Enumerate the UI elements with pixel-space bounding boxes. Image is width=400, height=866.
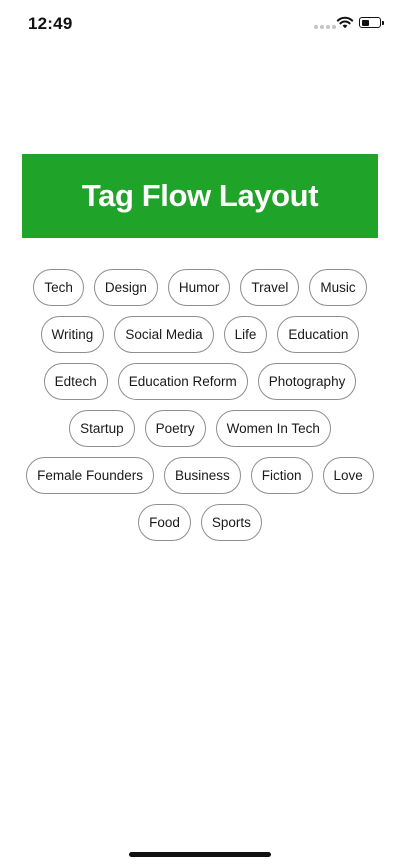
tag-chip[interactable]: Photography <box>257 363 357 400</box>
tag-chip[interactable]: Business <box>163 457 241 494</box>
tag-chip[interactable]: Tech <box>33 269 84 306</box>
status-bar: 12:49 <box>0 0 400 48</box>
app-screen: 12:49 Tag Flow Layout Tech Design Humor Tra… <box>0 0 400 866</box>
tag-chip[interactable]: Humor <box>167 269 231 306</box>
tag-chip[interactable]: Music <box>309 269 367 306</box>
home-indicator[interactable] <box>129 852 271 857</box>
tag-row: Food Sports <box>138 504 262 541</box>
cellular-signal-icon <box>314 25 336 29</box>
tag-chip[interactable]: Food <box>138 504 191 541</box>
tag-row: Writing Social Media Life Education <box>40 316 360 353</box>
tag-chip[interactable]: Female Founders <box>26 457 154 494</box>
tag-chip[interactable]: Travel <box>240 269 300 306</box>
tag-chip[interactable]: Sports <box>200 504 262 541</box>
tag-chip[interactable]: Women In Tech <box>215 410 331 447</box>
tag-chip[interactable]: Education Reform <box>117 363 248 400</box>
tag-chip[interactable]: Education <box>277 316 360 353</box>
tag-chip[interactable]: Poetry <box>144 410 206 447</box>
tag-row: Edtech Education Reform Photography <box>43 363 357 400</box>
page-title: Tag Flow Layout <box>81 178 319 213</box>
tag-row: Tech Design Humor Travel Music <box>33 269 367 306</box>
tag-chip[interactable]: Life <box>223 316 268 353</box>
tag-chip[interactable]: Design <box>93 269 158 306</box>
header-banner: Tag Flow Layout <box>22 154 378 238</box>
wifi-icon <box>336 16 354 29</box>
status-time: 12:49 <box>28 14 73 33</box>
tag-chip[interactable]: Love <box>322 457 374 494</box>
tag-chip[interactable]: Startup <box>69 410 135 447</box>
battery-icon <box>359 17 384 28</box>
tag-chip[interactable]: Fiction <box>250 457 313 494</box>
tag-chip[interactable]: Social Media <box>114 316 214 353</box>
tag-chip[interactable]: Edtech <box>43 363 108 400</box>
tag-flow-container: Tech Design Humor Travel Music Writing Social … <box>22 269 378 541</box>
tag-row: Startup Poetry Women In Tech <box>69 410 331 447</box>
tag-chip[interactable]: Writing <box>40 316 105 353</box>
tag-row: Female Founders Business Fiction Love <box>26 457 374 494</box>
